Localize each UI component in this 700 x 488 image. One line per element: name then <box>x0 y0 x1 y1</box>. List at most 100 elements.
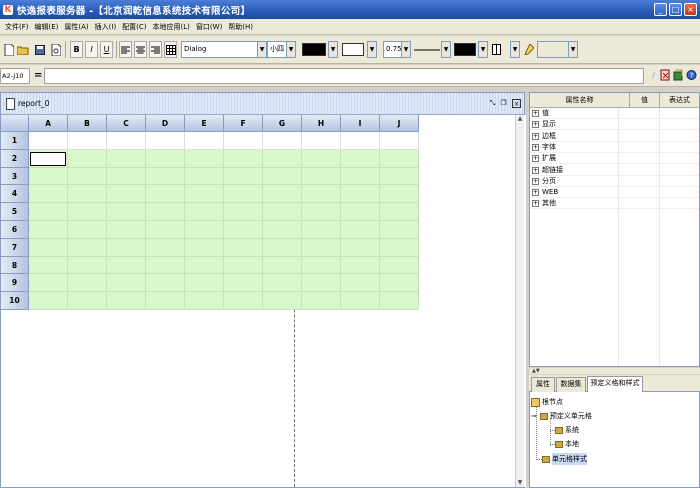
line-width-dropdown-icon[interactable]: ▼ <box>401 41 411 58</box>
grid-cell[interactable] <box>29 185 68 204</box>
panel-splitter[interactable]: ▲▼ <box>529 368 700 374</box>
grid-cell[interactable] <box>263 167 302 186</box>
grid-cell[interactable] <box>29 221 68 239</box>
grid-cell[interactable] <box>185 274 224 293</box>
grid-cell[interactable] <box>224 256 263 275</box>
grid-cell[interactable] <box>302 256 341 275</box>
grid-cell[interactable] <box>263 238 302 257</box>
property-group-row[interactable]: + 超链接 <box>530 165 699 176</box>
grid-cell[interactable] <box>380 221 419 239</box>
grid-cell[interactable] <box>380 167 419 186</box>
border-color-dropdown-icon[interactable]: ▼ <box>478 41 488 58</box>
expand-icon[interactable]: + <box>532 166 539 174</box>
font-family-dropdown-icon[interactable]: ▼ <box>257 41 267 58</box>
grid-cell[interactable] <box>107 256 146 275</box>
grid-cell[interactable] <box>341 292 380 310</box>
style-select[interactable] <box>537 41 569 58</box>
grid-cell[interactable] <box>263 221 302 239</box>
grid-cell[interactable] <box>29 292 68 310</box>
grid-cell[interactable] <box>263 292 302 310</box>
grid-cell[interactable] <box>29 132 68 150</box>
minimize-button[interactable]: _ <box>654 3 667 16</box>
grid-cell[interactable] <box>107 221 146 239</box>
align-left-button[interactable] <box>119 41 132 58</box>
grid-cell[interactable] <box>185 167 224 186</box>
maximize-button[interactable]: □ <box>669 3 682 16</box>
grid-cell[interactable] <box>185 203 224 221</box>
grid-cell[interactable] <box>146 132 185 150</box>
row-header[interactable]: 5 <box>1 203 29 221</box>
tree-system-node[interactable]: 系统 <box>555 424 579 436</box>
expand-icon[interactable]: + <box>532 177 539 185</box>
grid-cell[interactable] <box>224 185 263 204</box>
close-sheet-icon[interactable]: × <box>512 99 521 108</box>
expand-icon[interactable]: + <box>532 200 539 208</box>
grid-cell[interactable] <box>146 149 185 168</box>
grid-cell[interactable] <box>380 132 419 150</box>
grid-cell[interactable] <box>68 167 107 186</box>
grid-cell[interactable] <box>263 185 302 204</box>
grid-cell[interactable] <box>146 238 185 257</box>
expand-icon[interactable]: + <box>532 189 539 197</box>
tree-predef-cell-node[interactable]: ⊸ 预定义单元格 <box>531 410 592 422</box>
grid-cell[interactable] <box>380 203 419 221</box>
row-header[interactable]: 10 <box>1 292 29 310</box>
tab-datasets[interactable]: 数据集 <box>556 377 586 392</box>
row-header[interactable]: 2 <box>1 149 29 168</box>
row-header[interactable]: 9 <box>1 274 29 293</box>
grid-cell[interactable] <box>68 238 107 257</box>
grid-cell[interactable] <box>302 238 341 257</box>
grid-cell[interactable] <box>224 238 263 257</box>
property-group-row[interactable]: + 边框 <box>530 131 699 142</box>
expand-icon[interactable]: + <box>532 132 539 140</box>
row-header[interactable]: 8 <box>1 256 29 275</box>
grid-cell[interactable] <box>224 292 263 310</box>
column-header[interactable]: A <box>29 115 68 132</box>
grid-cell[interactable] <box>107 132 146 150</box>
tab-predefined-styles[interactable]: 预定义格和样式 <box>587 376 643 392</box>
grid-cell[interactable] <box>146 292 185 310</box>
font-size-dropdown-icon[interactable]: ▼ <box>286 41 296 58</box>
italic-button[interactable]: I <box>85 41 98 58</box>
formula-input[interactable] <box>44 68 644 84</box>
font-family-select[interactable]: Dialog <box>181 41 265 58</box>
data-source-icon[interactable] <box>673 69 684 83</box>
grid-cell[interactable] <box>341 185 380 204</box>
property-group-row[interactable]: + 分页 <box>530 176 699 187</box>
grid-cell[interactable] <box>263 132 302 150</box>
tree-root-node[interactable]: 根节点 <box>531 396 563 408</box>
grid-cell[interactable] <box>302 167 341 186</box>
grid-cell[interactable] <box>68 185 107 204</box>
grid-cell[interactable] <box>185 256 224 275</box>
column-header[interactable]: C <box>107 115 146 132</box>
grid-cell[interactable] <box>185 238 224 257</box>
grid-cell[interactable] <box>146 203 185 221</box>
row-header[interactable]: 6 <box>1 221 29 239</box>
column-header[interactable]: D <box>146 115 185 132</box>
grid-cell[interactable] <box>107 274 146 293</box>
grid-cell[interactable] <box>107 203 146 221</box>
spreadsheet-grid[interactable]: A B C D E F G H I J 1 2 3 4 5 6 7 8 9 10 <box>1 115 526 487</box>
grid-cell[interactable] <box>341 132 380 150</box>
scroll-up-icon[interactable]: ▲ <box>516 115 524 123</box>
grid-cell[interactable] <box>29 203 68 221</box>
grid-cell[interactable] <box>380 185 419 204</box>
bold-button[interactable]: B <box>70 41 83 58</box>
menu-item-7[interactable]: 帮助(H) <box>225 19 256 35</box>
menu-item-4[interactable]: 配置(C) <box>119 19 149 35</box>
fore-color-dropdown-icon[interactable]: ▼ <box>328 41 338 58</box>
grid-cell[interactable] <box>29 238 68 257</box>
grid-cell[interactable] <box>146 274 185 293</box>
grid-cell[interactable] <box>380 256 419 275</box>
grid-cell[interactable] <box>302 221 341 239</box>
property-group-row[interactable]: + WEB <box>530 187 699 199</box>
grid-cell[interactable] <box>185 185 224 204</box>
paint-format-button[interactable] <box>522 41 535 58</box>
grid-cell[interactable] <box>224 149 263 168</box>
menu-item-6[interactable]: 窗口(W) <box>193 19 225 35</box>
close-button[interactable]: × <box>684 3 697 16</box>
vertical-scrollbar[interactable]: ▲ ▼ <box>515 115 524 487</box>
grid-cell[interactable] <box>146 256 185 275</box>
property-group-row[interactable]: + 字体 <box>530 142 699 153</box>
line-style-select[interactable] <box>413 41 441 58</box>
